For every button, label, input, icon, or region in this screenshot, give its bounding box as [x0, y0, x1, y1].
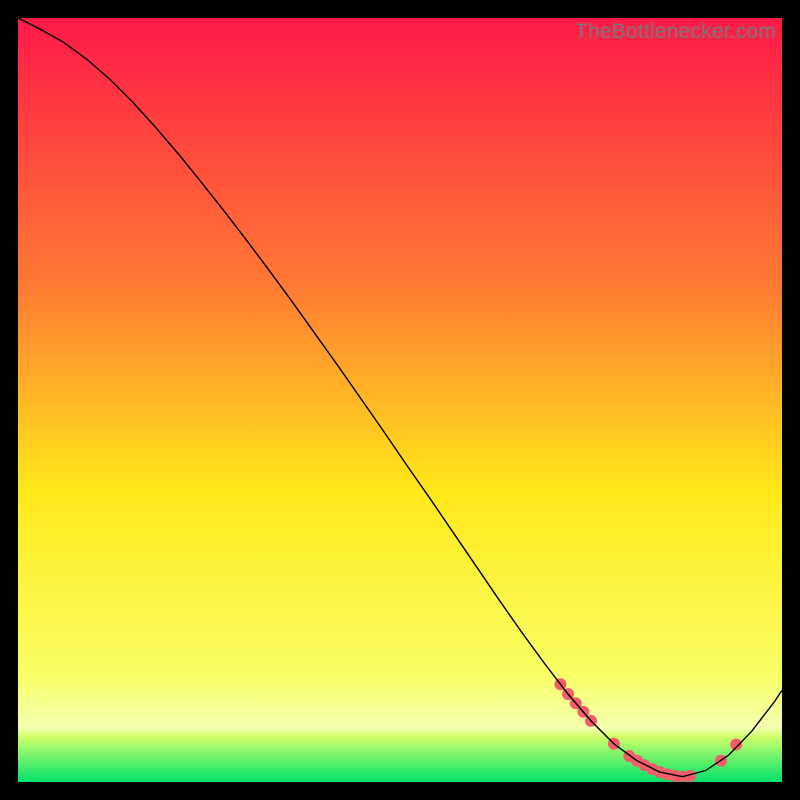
chart-frame: TheBottlenecker.com [18, 18, 782, 782]
gradient-background [18, 18, 782, 782]
data-marker [730, 739, 742, 751]
chart-svg [18, 18, 782, 782]
watermark-label: TheBottlenecker.com [575, 20, 776, 44]
